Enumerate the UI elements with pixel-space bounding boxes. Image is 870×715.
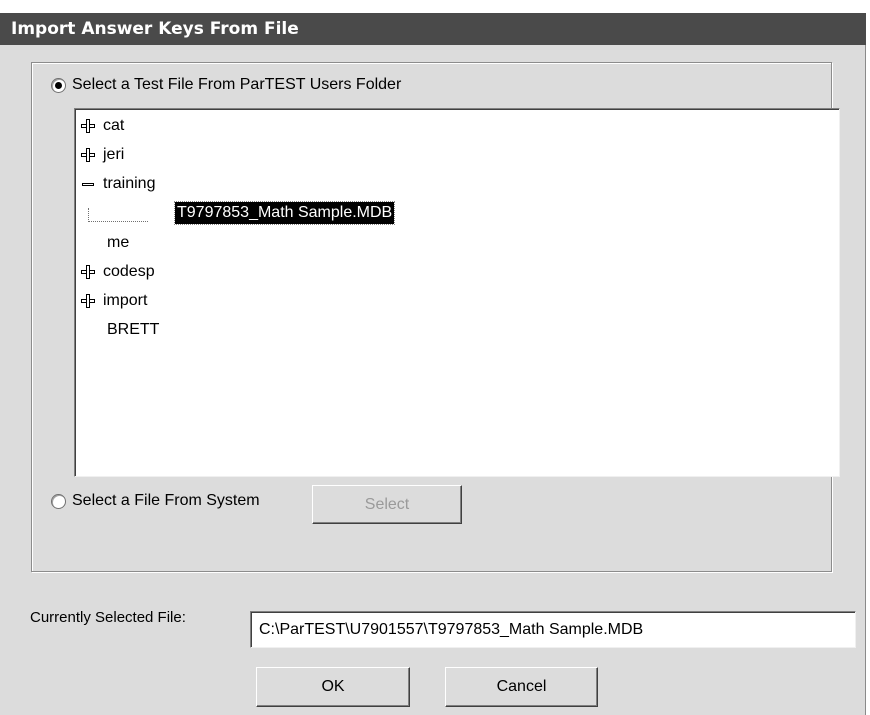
tree-node-label: me — [107, 234, 130, 251]
tree-node-import[interactable]: import — [81, 289, 147, 313]
system-file-label: Select a File From System — [72, 492, 260, 509]
users-folder-option[interactable]: Select a Test File From ParTEST Users Fo… — [51, 76, 401, 94]
select-button[interactable]: Select — [312, 485, 462, 524]
tree-node-label: codesp — [103, 263, 155, 280]
users-folder-radio[interactable] — [51, 77, 66, 93]
tree-node-jeri[interactable]: jeri — [81, 143, 124, 167]
expand-plus-icon[interactable] — [81, 119, 95, 133]
tree-node-label: import — [103, 292, 148, 309]
tree-connector-line — [88, 208, 148, 222]
collapse-minus-icon[interactable] — [81, 177, 95, 191]
tree-node-label: BRETT — [107, 321, 160, 338]
expand-plus-icon[interactable] — [81, 294, 95, 308]
currently-selected-file-label: Currently Selected File: — [30, 609, 186, 626]
tree-node-me[interactable]: me — [107, 231, 129, 255]
tree-node-codesp[interactable]: codesp — [81, 260, 155, 284]
tree-node-brett[interactable]: BRETT — [107, 318, 159, 342]
expand-plus-icon[interactable] — [81, 148, 95, 162]
dialog-title: Import Answer Keys From File — [0, 13, 866, 45]
tree-node-training[interactable]: training — [81, 172, 155, 196]
tree-node-math-sample-file[interactable]: T9797853_Math Sample.MDB — [173, 201, 396, 225]
currently-selected-file-field[interactable]: C:\ParTEST\U7901557\T9797853_Math Sample… — [250, 611, 856, 648]
tree-node-label: jeri — [103, 146, 125, 163]
tree-node-label: cat — [103, 117, 125, 134]
users-folder-tree[interactable]: cat jeri training T9797853_Math Sample.M… — [74, 108, 840, 477]
tree-node-cat[interactable]: cat — [81, 114, 124, 138]
expand-plus-icon[interactable] — [81, 265, 95, 279]
ok-button[interactable]: OK — [256, 667, 410, 707]
system-file-radio[interactable] — [51, 493, 66, 509]
tree-node-label-selected: T9797853_Math Sample.MDB — [173, 201, 396, 225]
users-folder-label: Select a Test File From ParTEST Users Fo… — [72, 76, 402, 93]
system-file-option[interactable]: Select a File From System — [51, 492, 260, 510]
import-answer-keys-dialog: Import Answer Keys From File Select a Te… — [0, 13, 866, 715]
cancel-button[interactable]: Cancel — [445, 667, 598, 707]
tree-node-label: training — [103, 175, 156, 192]
